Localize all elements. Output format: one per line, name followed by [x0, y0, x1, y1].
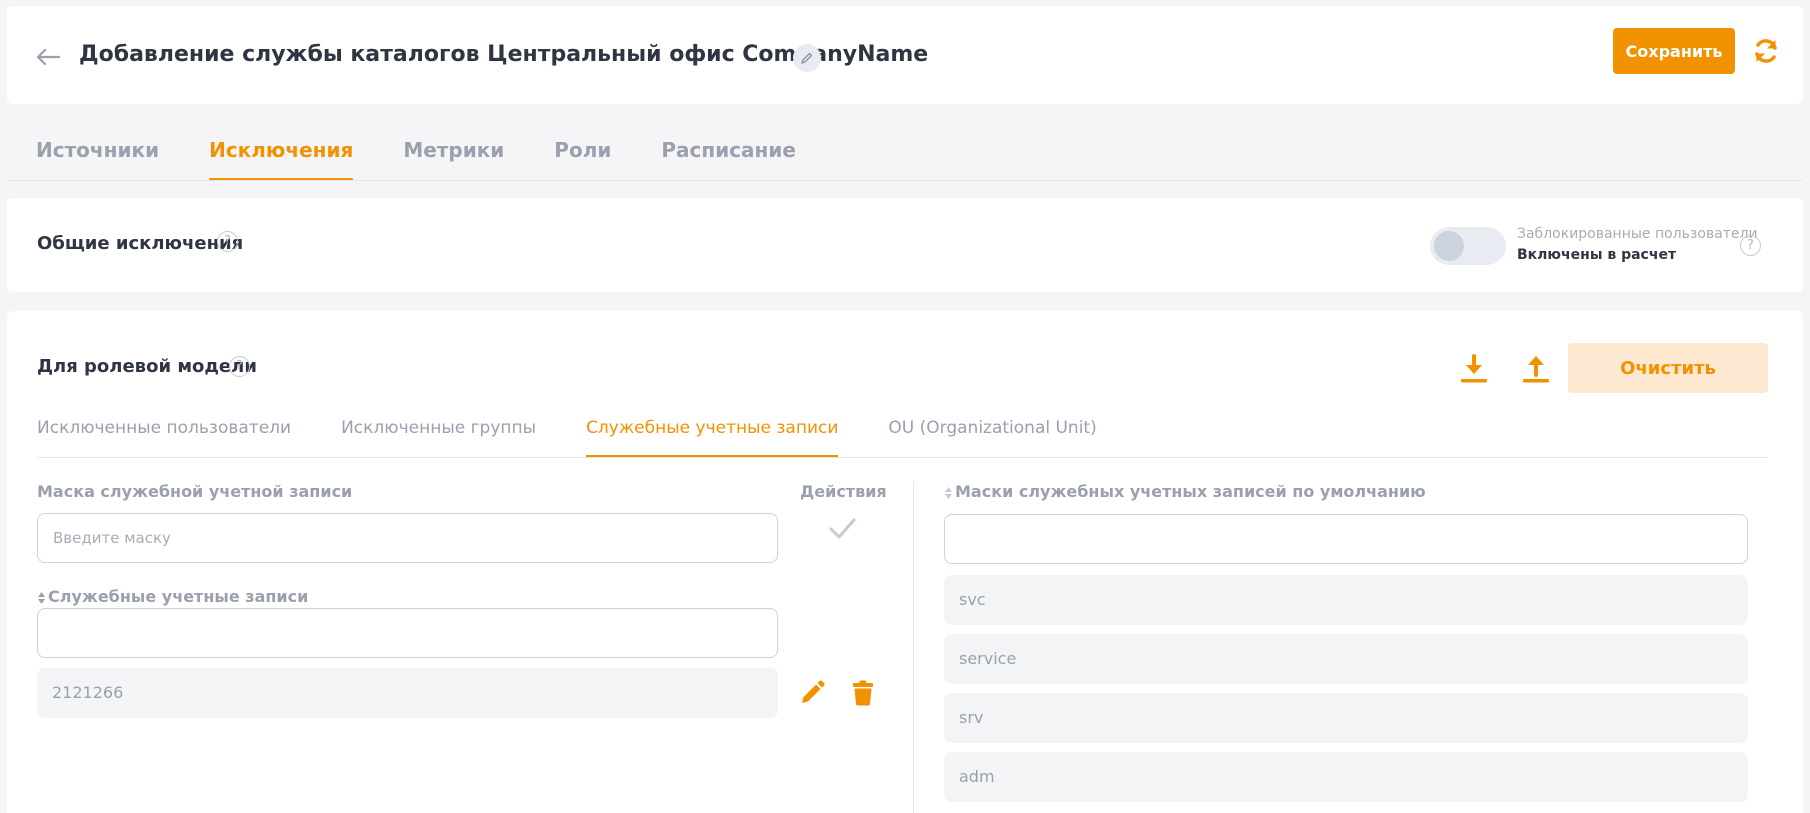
help-icon[interactable]: ?	[1740, 235, 1761, 256]
blocked-users-toggle[interactable]	[1430, 227, 1506, 265]
accounts-label-text: Служебные учетные записи	[48, 587, 309, 606]
account-row: 2121266	[37, 668, 778, 718]
tab-metrics[interactable]: Метрики	[403, 126, 504, 181]
role-model-title: Для ролевой модели	[37, 356, 257, 377]
tab-schedule[interactable]: Расписание	[661, 126, 796, 181]
default-mask-row: adm	[944, 752, 1748, 802]
toggle-knob	[1434, 231, 1464, 261]
clear-button[interactable]: Очистить	[1568, 343, 1768, 393]
sub-tabs: Исключенные пользователи Исключенные гру…	[37, 411, 1147, 458]
page-header: Добавление службы каталогов Центральный …	[7, 6, 1803, 104]
general-exclusions-card: Общие исключения ? Заблокированные польз…	[7, 198, 1803, 292]
confirm-check-icon[interactable]	[825, 514, 859, 544]
columns-divider	[913, 481, 914, 813]
save-button[interactable]: Сохранить	[1613, 28, 1735, 74]
help-icon[interactable]: ?	[229, 356, 250, 377]
defaults-label-text: Маски служебных учетных записей по умолч…	[955, 482, 1426, 501]
subtab-excluded-groups[interactable]: Исключенные группы	[341, 411, 536, 458]
refresh-icon[interactable]	[1751, 36, 1781, 66]
edit-icon[interactable]	[797, 678, 827, 708]
subtab-service-accounts[interactable]: Служебные учетные записи	[586, 411, 839, 458]
pencil-icon	[801, 52, 813, 64]
edit-title-button[interactable]	[793, 44, 821, 72]
toggle-title: Заблокированные пользователи	[1517, 226, 1758, 242]
subtab-excluded-users[interactable]: Исключенные пользователи	[37, 411, 291, 458]
subtabs-divider	[37, 457, 1768, 458]
mask-input[interactable]	[37, 513, 778, 563]
actions-label: Действия	[800, 482, 887, 501]
default-mask-row: srv	[944, 693, 1748, 743]
back-arrow-icon[interactable]	[33, 42, 63, 72]
default-mask-row: svc	[944, 575, 1748, 625]
tabs-divider	[7, 180, 1803, 181]
tab-roles[interactable]: Роли	[554, 126, 611, 181]
general-exclusions-title: Общие исключения	[37, 233, 244, 254]
help-icon[interactable]: ?	[217, 231, 238, 252]
accounts-filter-input[interactable]	[37, 608, 778, 658]
subtab-ou[interactable]: OU (Organizational Unit)	[888, 411, 1096, 458]
defaults-label: Маски служебных учетных записей по умолч…	[944, 482, 1426, 501]
toggle-status: Включены в расчет	[1517, 247, 1677, 263]
download-icon[interactable]	[1459, 353, 1489, 385]
role-model-card: Для ролевой модели ? Очистить Исключенны…	[7, 311, 1803, 813]
upload-icon[interactable]	[1521, 353, 1551, 385]
main-tabs: Источники Исключения Метрики Роли Распис…	[36, 126, 846, 181]
trash-icon[interactable]	[848, 678, 878, 708]
accounts-label: Служебные учетные записи	[37, 587, 308, 606]
sort-icon[interactable]	[944, 486, 953, 500]
default-mask-row: service	[944, 634, 1748, 684]
mask-label: Маска служебной учетной записи	[37, 482, 353, 501]
tab-exclusions[interactable]: Исключения	[209, 126, 354, 181]
sort-icon[interactable]	[37, 591, 46, 605]
defaults-filter-input[interactable]	[944, 514, 1748, 564]
tab-sources[interactable]: Источники	[36, 126, 159, 181]
